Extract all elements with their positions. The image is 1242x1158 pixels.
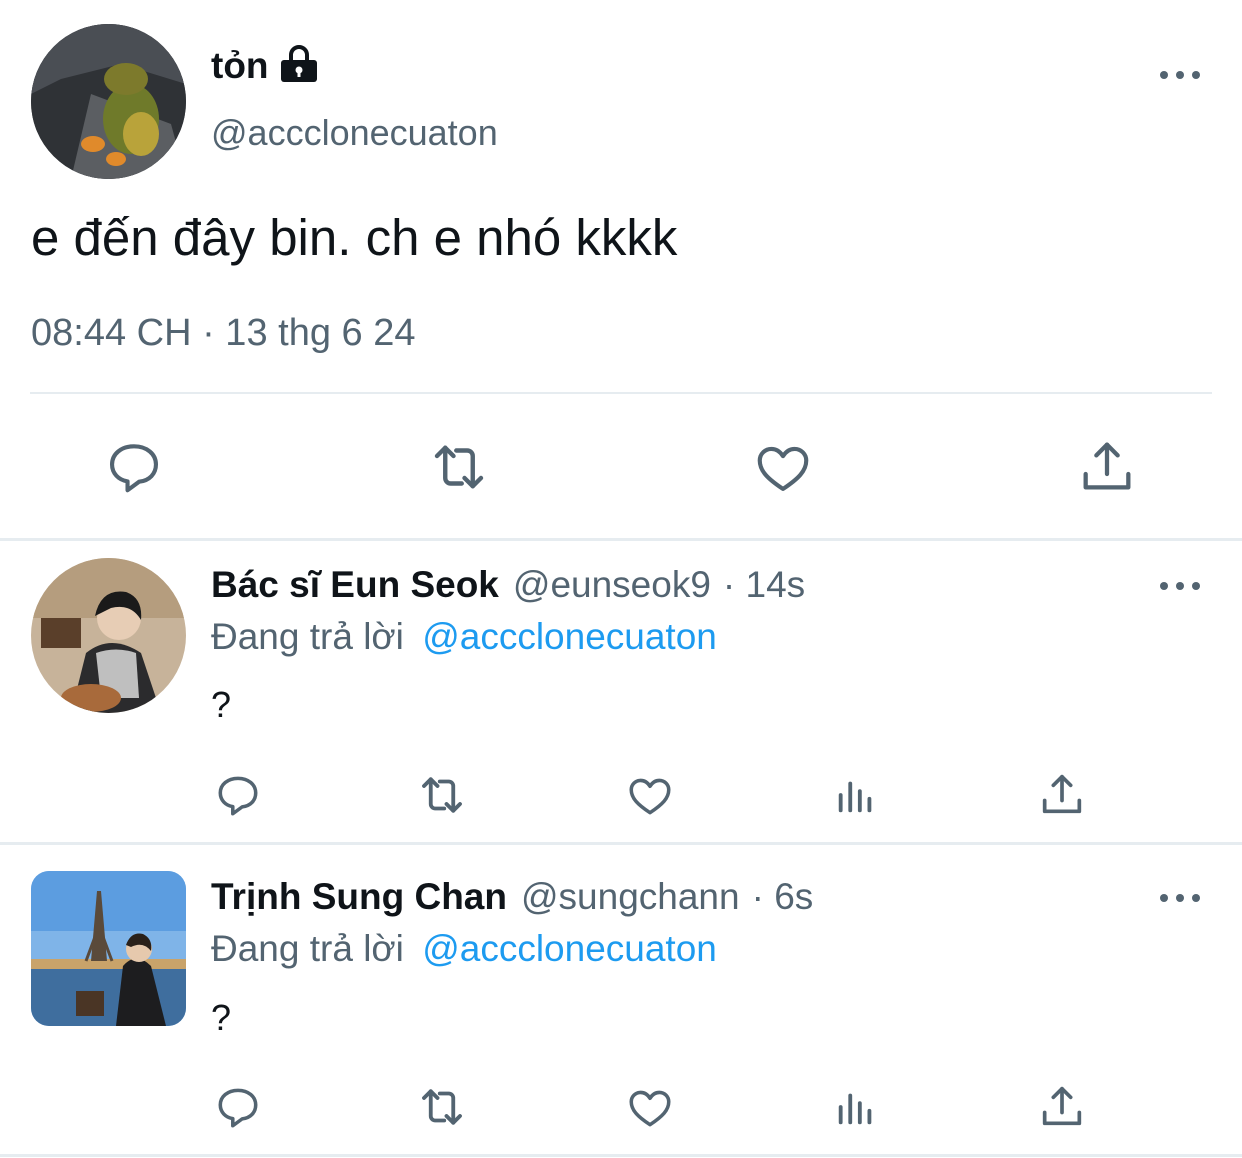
more-options-icon[interactable] (1160, 65, 1200, 85)
reply-display-name[interactable]: Trịnh Sung Chan (211, 876, 507, 918)
reply-icon[interactable] (213, 770, 263, 820)
reply-avatar[interactable] (31, 871, 186, 1026)
protected-lock-icon (279, 44, 319, 88)
replying-label: Đang trả lời (211, 616, 404, 657)
reply-divider (0, 842, 1242, 845)
share-icon[interactable] (1036, 768, 1088, 820)
replying-label: Đang trả lời (211, 928, 404, 969)
author-handle[interactable]: @accclonecuaton (211, 112, 498, 154)
avatar-image (31, 558, 186, 713)
replying-to-line: Đang trả lời @accclonecuaton (211, 928, 717, 970)
author-display-name[interactable]: tỏn (211, 45, 269, 87)
reply-handle[interactable]: @eunseok9 (513, 564, 711, 606)
like-icon[interactable] (623, 1082, 677, 1132)
reply-text: ? (211, 997, 232, 1038)
more-options-icon[interactable] (1160, 576, 1200, 596)
reply-icon[interactable] (213, 1082, 263, 1132)
views-icon[interactable] (833, 772, 879, 818)
like-icon[interactable] (751, 436, 815, 498)
reply-time[interactable]: · 14s (723, 564, 805, 606)
avatar-image (31, 24, 186, 179)
views-icon[interactable] (833, 1084, 879, 1130)
avatar-image (31, 871, 186, 1026)
reply-header: Bác sĩ Eun Seok @eunseok9 · 14s (211, 563, 805, 607)
replying-to-handle[interactable]: @accclonecuaton (422, 616, 717, 657)
reply-avatar[interactable] (31, 558, 186, 713)
reply-header: Trịnh Sung Chan @sungchann · 6s (211, 875, 813, 919)
reply-text: ? (211, 684, 232, 725)
share-icon[interactable] (1075, 434, 1139, 498)
more-options-icon[interactable] (1160, 888, 1200, 908)
tweet-timestamp[interactable]: 08:44 CH · 13 thg 6 24 (31, 312, 415, 355)
reply-time[interactable]: · 6s (752, 876, 814, 918)
retweet-icon[interactable] (413, 768, 471, 822)
retweet-icon[interactable] (413, 1080, 471, 1134)
tweet-text: e đến đây bin. ch e nhó kkkk (31, 209, 678, 266)
reply-handle[interactable]: @sungchann (521, 876, 740, 918)
author-avatar[interactable] (31, 24, 186, 179)
share-icon[interactable] (1036, 1080, 1088, 1132)
replying-to-handle[interactable]: @accclonecuaton (422, 928, 717, 969)
like-icon[interactable] (623, 770, 677, 820)
divider (30, 392, 1212, 394)
reply-icon[interactable] (103, 436, 165, 498)
author-name-row: tỏn (211, 44, 319, 88)
reply-divider (0, 1154, 1242, 1157)
section-divider (0, 538, 1242, 541)
reply-display-name[interactable]: Bác sĩ Eun Seok (211, 564, 499, 606)
retweet-icon[interactable] (424, 434, 494, 500)
replying-to-line: Đang trả lời @accclonecuaton (211, 616, 717, 658)
